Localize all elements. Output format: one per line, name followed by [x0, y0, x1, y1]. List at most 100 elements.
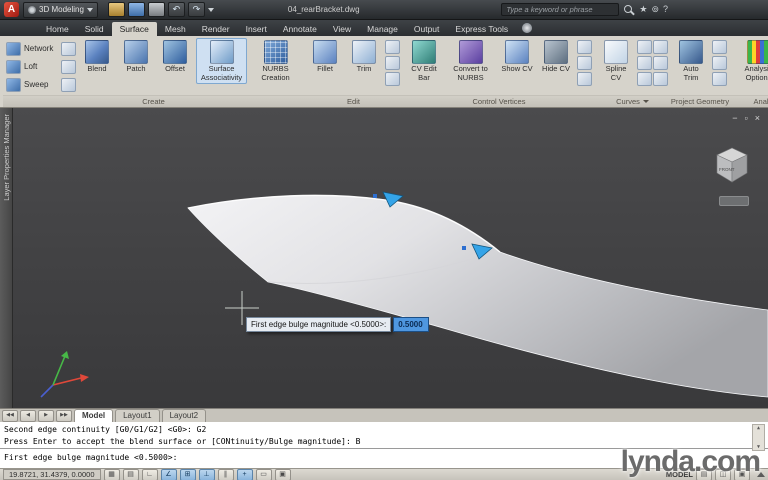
show-cv-button[interactable]: Show CV	[499, 38, 535, 76]
patch-button[interactable]: Patch	[118, 38, 154, 76]
grid-toggle[interactable]: ▤	[122, 468, 139, 480]
open-button[interactable]	[107, 2, 125, 17]
surface-associativity-toggle[interactable]: Surface Associativity	[196, 38, 247, 85]
help-icon[interactable]: ?	[663, 3, 668, 16]
mini-tool-icon[interactable]	[61, 77, 76, 92]
redo-button[interactable]: ↷	[187, 2, 205, 17]
previous-layout-button[interactable]: ◀	[20, 409, 36, 422]
drawing-viewport[interactable]: − ▫ × FRONT First edge bulge magnitude <…	[13, 108, 768, 408]
search-icon[interactable]	[623, 4, 635, 16]
nurbs-creation-toggle[interactable]: NURBS Creation	[250, 38, 301, 84]
mini-tool-icon[interactable]	[385, 40, 400, 54]
mini-tool-icon[interactable]	[653, 56, 668, 70]
panel-label-edit[interactable]: Edit	[304, 95, 403, 107]
tab-home[interactable]: Home	[38, 22, 77, 36]
mini-tool-icon[interactable]	[385, 72, 400, 86]
navigation-bar[interactable]	[719, 196, 749, 206]
first-layout-button[interactable]: ◀◀	[2, 409, 18, 422]
convert-to-nurbs-button[interactable]: Convert to NURBS	[445, 38, 496, 84]
tab-output[interactable]: Output	[406, 22, 448, 36]
last-layout-button[interactable]: ▶▶	[56, 409, 72, 422]
tab-layout2[interactable]: Layout2	[161, 408, 207, 423]
tab-view[interactable]: View	[325, 22, 359, 36]
osnap-toggle[interactable]: ⊞	[179, 468, 196, 480]
ribbon-cycle-button[interactable]	[522, 23, 533, 33]
panel-label-curves[interactable]: Curves	[595, 95, 670, 107]
mini-tool-icon[interactable]	[577, 72, 592, 86]
trim-button[interactable]: Trim	[346, 38, 382, 76]
dynamic-input-toggle[interactable]: +	[236, 468, 253, 480]
panel-label-control-vertices[interactable]: Control Vertices	[403, 95, 595, 107]
mini-tool-icon[interactable]	[653, 72, 668, 86]
viewport-minimize-icon[interactable]: −	[732, 113, 737, 123]
spline-cv-button[interactable]: Spline CV	[598, 38, 634, 84]
mini-tool-icon[interactable]	[577, 40, 592, 54]
viewport-close-icon[interactable]: ×	[755, 113, 760, 123]
tab-solid[interactable]: Solid	[77, 22, 112, 36]
status-tray-arrow-icon[interactable]	[757, 472, 765, 477]
snap-toggle[interactable]: ▦	[103, 468, 120, 480]
hide-cv-button[interactable]: Hide CV	[538, 38, 574, 76]
tab-surface[interactable]: Surface	[111, 22, 157, 36]
mini-tool-icon[interactable]	[61, 59, 76, 74]
workspace-switch-icon[interactable]: ◫	[715, 468, 731, 480]
loft-button[interactable]: Loft	[6, 58, 76, 75]
mini-tool-icon[interactable]	[637, 56, 652, 70]
plot-button[interactable]	[147, 2, 165, 17]
network-button[interactable]: Network	[6, 40, 76, 57]
mini-tool-icon[interactable]	[712, 40, 727, 54]
mini-tool-icon[interactable]	[61, 41, 76, 56]
tab-express-tools[interactable]: Express Tools	[447, 22, 516, 36]
workspace-switcher[interactable]: 3D Modeling	[23, 1, 98, 18]
blend-surface[interactable]	[187, 195, 768, 398]
ortho-toggle[interactable]: ∟	[141, 468, 158, 480]
tab-mesh[interactable]: Mesh	[157, 22, 194, 36]
model-space-indicator[interactable]: MODEL	[666, 470, 693, 479]
communication-center-icon[interactable]: ⊚	[651, 3, 659, 16]
undo-button[interactable]: ↶	[167, 2, 185, 17]
command-window[interactable]: Second edge continuity [G0/G1/G2] <G0>: …	[0, 422, 768, 468]
auto-trim-button[interactable]: Auto Trim	[673, 38, 709, 84]
sweep-button[interactable]: Sweep	[6, 76, 76, 93]
panel-label-create[interactable]: Create	[3, 95, 304, 107]
tab-annotate[interactable]: Annotate	[275, 22, 325, 36]
ducs-toggle[interactable]: ∥	[217, 468, 234, 480]
mini-tool-icon[interactable]	[637, 40, 652, 54]
view-cube[interactable]: FRONT	[709, 142, 755, 188]
mini-tool-icon[interactable]	[653, 40, 668, 54]
tab-model[interactable]: Model	[74, 408, 114, 423]
mini-tool-icon[interactable]	[712, 56, 727, 70]
mini-tool-icon[interactable]	[637, 72, 652, 86]
tab-layout1[interactable]: Layout1	[115, 408, 160, 423]
quick-properties-toggle[interactable]: ▣	[274, 468, 291, 480]
offset-button[interactable]: Offset	[157, 38, 193, 76]
coordinate-readout[interactable]: 19.8721, 31.4379, 0.0000	[3, 469, 101, 480]
scroll-up-icon[interactable]: ▲	[757, 425, 760, 431]
dynamic-input-value[interactable]: 0.5000	[393, 317, 430, 332]
mini-tool-icon[interactable]	[577, 56, 592, 70]
search-input[interactable]	[501, 3, 620, 16]
tab-render[interactable]: Render	[194, 22, 238, 36]
command-prompt-line[interactable]: First edge bulge magnitude <0.5000>:	[0, 448, 768, 463]
save-button[interactable]	[127, 2, 145, 17]
tab-manage[interactable]: Manage	[359, 22, 406, 36]
clean-screen-icon[interactable]: ▣	[734, 468, 750, 480]
layer-properties-palette-bar[interactable]: Layer Properties Manager	[0, 108, 13, 408]
analysis-options-button[interactable]: Analysis Options	[733, 38, 768, 84]
command-scrollbar[interactable]: ▲ ▼	[752, 424, 765, 451]
app-logo-icon[interactable]: A	[4, 2, 19, 17]
panel-label-project-geometry[interactable]: Project Geometry	[670, 95, 730, 107]
next-layout-button[interactable]: ▶	[38, 409, 54, 422]
qat-dropdown-icon[interactable]	[207, 7, 214, 12]
cv-edit-bar-button[interactable]: CV Edit Bar	[406, 38, 442, 84]
fillet-button[interactable]: Fillet	[307, 38, 343, 76]
star-icon[interactable]: ★	[639, 3, 647, 16]
lineweight-toggle[interactable]: ▭	[255, 468, 272, 480]
polar-toggle[interactable]: ∠	[160, 468, 177, 480]
annotation-scale-icon[interactable]: ▤	[696, 468, 712, 480]
panel-label-analysis[interactable]: Analysis	[730, 95, 768, 107]
scroll-down-icon[interactable]: ▼	[757, 444, 760, 450]
mini-tool-icon[interactable]	[712, 72, 727, 86]
blend-button[interactable]: Blend	[79, 38, 115, 76]
otrack-toggle[interactable]: ⊥	[198, 468, 215, 480]
